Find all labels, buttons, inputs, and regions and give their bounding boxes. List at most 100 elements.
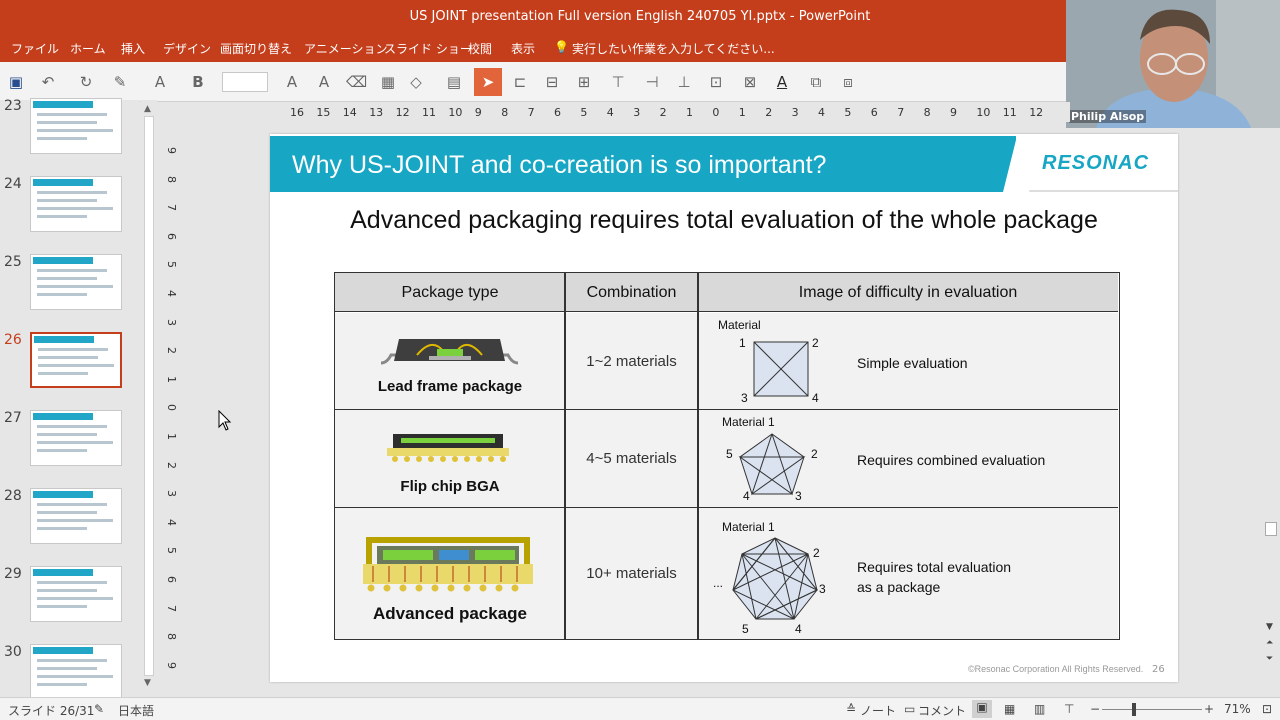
align-icon[interactable]: ⊟	[542, 72, 562, 92]
tab-home[interactable]: ホーム	[70, 40, 106, 57]
diagram-label: 5	[742, 622, 749, 636]
zoom-in-icon[interactable]: +	[1204, 702, 1214, 716]
increase-font-icon[interactable]: A	[282, 72, 302, 92]
zoom-slider[interactable]	[1102, 709, 1202, 710]
evaluation-text: Requires total evaluation	[857, 559, 1012, 575]
thumbnail-number: 25	[4, 254, 22, 270]
diagram-label: 1	[739, 336, 746, 350]
prev-slide-icon[interactable]: ⏶	[1266, 638, 1273, 648]
ruler-tick: 5	[844, 106, 852, 119]
diagram-label: 5	[726, 447, 733, 461]
paint-icon[interactable]: ✎	[110, 72, 130, 92]
font-size-box[interactable]	[222, 72, 268, 92]
table-icon[interactable]: ▦	[378, 72, 398, 92]
shapes-icon[interactable]: ◇	[406, 72, 426, 92]
bold-icon[interactable]: B	[188, 72, 208, 92]
align-mid-icon[interactable]: ⊣	[642, 72, 662, 92]
webcam-feed: Philip Alsop	[1066, 0, 1280, 128]
scroll-thumb[interactable]	[1265, 522, 1277, 536]
slide-thumbnail[interactable]	[30, 332, 122, 388]
tab-design[interactable]: デザイン	[163, 40, 211, 57]
tab-review[interactable]: 校閲	[468, 40, 492, 57]
thumbnail-number: 24	[4, 176, 22, 192]
tab-animations[interactable]: アニメーション	[304, 40, 388, 57]
combination-value: 10+ materials	[586, 565, 677, 582]
clear-format-icon[interactable]: ⌫	[346, 72, 367, 92]
next-slide-icon[interactable]: ⏷	[1266, 654, 1273, 664]
redo-icon[interactable]: ↻	[76, 72, 96, 92]
zoom-slider-thumb[interactable]	[1132, 703, 1136, 716]
mouse-cursor-icon	[218, 410, 232, 431]
text-color-icon[interactable]: A	[772, 72, 792, 92]
scroll-track[interactable]	[144, 116, 154, 676]
sorter-view-icon[interactable]: ▦	[1004, 702, 1015, 716]
ruler-tick: 14	[342, 106, 357, 119]
evaluation-text: Simple evaluation	[857, 355, 968, 371]
slideshow-view-icon[interactable]: ⊤	[1064, 702, 1074, 716]
align-top-icon[interactable]: ⊤	[608, 72, 628, 92]
lead-frame-package-illustration	[380, 339, 519, 365]
reading-view-icon[interactable]: ▥	[1034, 702, 1045, 716]
ruler-tick: 1	[165, 375, 178, 383]
ruler-tick: 8	[165, 633, 178, 641]
ruler-tick: 9	[474, 106, 482, 119]
distribute2-icon[interactable]: ⊠	[740, 72, 760, 92]
ruler-tick: 7	[165, 204, 178, 212]
fit-slide-icon[interactable]: ⊡	[1262, 702, 1272, 716]
align2-icon[interactable]: ⊞	[574, 72, 594, 92]
ruler-tick: 10	[976, 106, 991, 119]
ruler-tick: 13	[369, 106, 384, 119]
tab-insert[interactable]: 挿入	[121, 40, 145, 57]
column-divider	[697, 273, 699, 639]
ungroup-icon[interactable]: ⧈	[838, 72, 858, 92]
table-row: Flip chip BGA 4~5 materials Material 1 2…	[335, 410, 1118, 508]
slide-thumbnail[interactable]	[30, 644, 122, 700]
comments-button[interactable]: コメント	[918, 702, 966, 719]
scroll-up-icon[interactable]: ▲	[144, 104, 151, 114]
slide-thumbnail[interactable]	[30, 176, 122, 232]
scroll-down-icon[interactable]: ▼	[1266, 622, 1273, 632]
tell-me-search[interactable]: 実行したい作業を入力してください...	[572, 40, 775, 57]
slide-thumbnail[interactable]	[30, 488, 122, 544]
tab-slideshow[interactable]: スライド ショー	[384, 40, 472, 57]
decrease-font-icon[interactable]: A	[314, 72, 334, 92]
normal-view-icon[interactable]: ▣	[972, 700, 992, 718]
tab-file[interactable]: ファイル	[11, 40, 59, 57]
distribute-icon[interactable]: ⊡	[706, 72, 726, 92]
resonac-logo: RESONAC	[1042, 152, 1150, 174]
save-icon[interactable]: ▣	[6, 72, 26, 92]
tab-transitions[interactable]: 画面切り替え	[220, 40, 292, 57]
diagram-label: 4	[812, 391, 819, 405]
slide-thumbnail[interactable]	[30, 410, 122, 466]
slide-thumbnail[interactable]	[30, 566, 122, 622]
combination-value: 1~2 materials	[586, 353, 677, 370]
align-bottom-icon[interactable]: ⊥	[674, 72, 694, 92]
slide-thumbnail[interactable]	[30, 254, 122, 310]
arrange-icon[interactable]: ⊏	[510, 72, 530, 92]
package-name: Flip chip BGA	[400, 478, 500, 495]
table-header-package: Package type	[335, 273, 565, 312]
group-icon[interactable]: ⧉	[806, 72, 826, 92]
zoom-out-icon[interactable]: −	[1090, 702, 1100, 716]
slide-thumbnail[interactable]	[30, 98, 122, 154]
ruler-tick: 8	[165, 175, 178, 183]
ruler-tick: 2	[765, 106, 773, 119]
zoom-level[interactable]: 71%	[1224, 702, 1251, 716]
slide-scrollbar[interactable]: ▼ ⏶ ⏷	[1262, 130, 1280, 692]
notes-icon: ≙	[846, 702, 857, 716]
slide-canvas[interactable]: Why US-JOINT and co-creation is so impor…	[270, 134, 1178, 682]
select-pointer-icon[interactable]: ➤	[474, 68, 502, 96]
font-color-icon[interactable]: A	[150, 72, 170, 92]
spellcheck-icon[interactable]: ✎	[94, 702, 104, 716]
undo-icon[interactable]: ↶	[38, 72, 58, 92]
diagram-label: 3	[741, 391, 748, 405]
scroll-down-icon[interactable]: ▼	[144, 678, 151, 688]
notes-button[interactable]: ノート	[860, 702, 896, 719]
ruler-tick: 1	[165, 433, 178, 440]
language-indicator[interactable]: 日本語	[118, 702, 154, 719]
textbox-icon[interactable]: ▤	[444, 72, 464, 92]
thumbnail-number: 30	[4, 644, 22, 660]
tab-view[interactable]: 表示	[511, 40, 535, 57]
ruler-tick: 2	[165, 461, 178, 469]
thumbnails-scrollbar[interactable]: ▲ ▼	[141, 100, 157, 692]
